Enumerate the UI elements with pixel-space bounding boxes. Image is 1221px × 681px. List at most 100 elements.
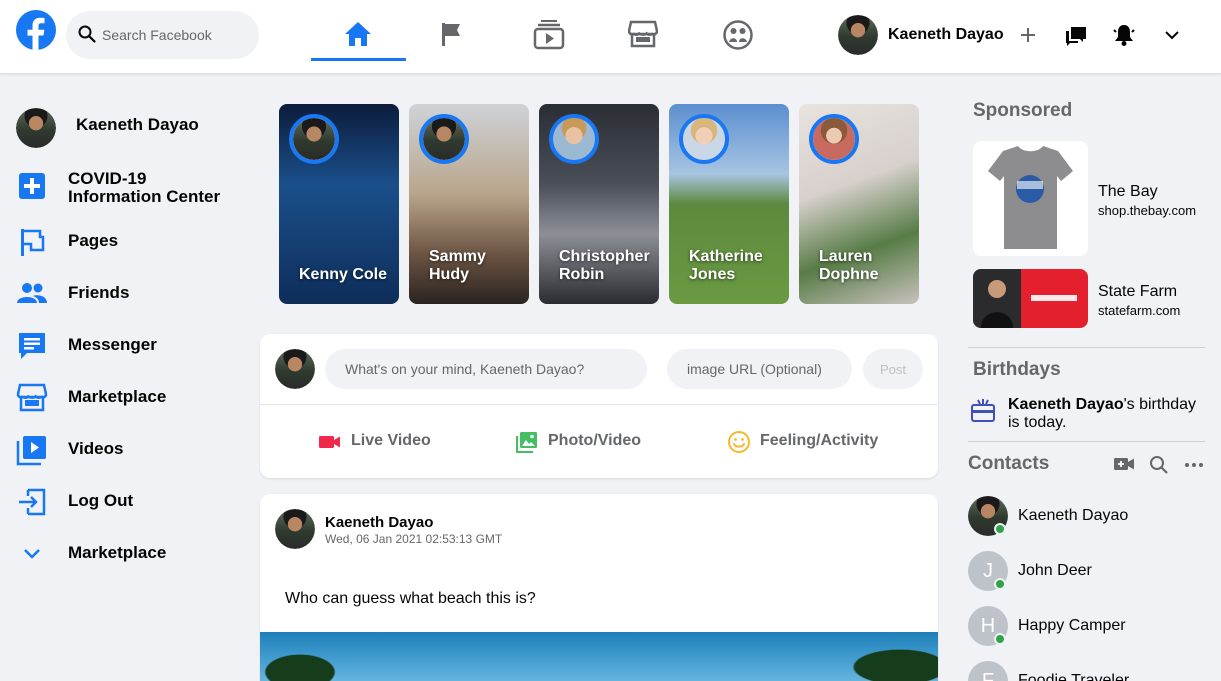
online-indicator [994,523,1006,535]
sidebar-item-videos[interactable]: Videos [16,434,236,474]
new-room-icon[interactable] [1113,454,1135,474]
sidebar-item-profile[interactable]: Kaeneth Dayao [16,108,236,150]
story-card[interactable]: Sammy Hudy [409,104,529,304]
story-card[interactable]: Kenny Cole [279,104,399,304]
story-name: Christopher Robin [559,248,650,283]
ad-url[interactable]: statefarm.com [1098,303,1180,318]
search-icon [78,25,96,43]
account-menu-chevron-icon[interactable] [1160,23,1184,47]
contacts-heading: Contacts [968,453,1050,474]
story-card[interactable]: Katherine Jones [669,104,789,304]
post-timestamp: Wed, 06 Jan 2021 02:53:13 GMT [325,532,503,546]
sidebar-item-label: Messenger [68,335,157,354]
sidebar-item-label: Friends [68,283,130,302]
story-card[interactable]: Lauren Dophne [799,104,919,304]
photo-video-label: Photo/Video [548,432,642,449]
sidebar-item-pages[interactable]: Pages [16,226,236,266]
tab-marketplace[interactable] [596,0,691,60]
live-video-icon [319,436,340,448]
story-avatar [679,114,729,164]
avatar [16,108,56,148]
birthday-name[interactable]: Kaeneth Dayao [1008,396,1124,413]
story-avatar [549,114,599,164]
flag-icon [442,23,460,46]
avatar [275,349,315,389]
feeling-activity-button[interactable]: Feeling/Activity [727,430,887,454]
search-box[interactable] [66,11,259,59]
image-url-input[interactable] [667,349,852,389]
avatar[interactable] [275,509,315,549]
tab-pages[interactable] [406,0,501,60]
groups-icon [723,20,753,50]
feed-post: Kaeneth Dayao Wed, 06 Jan 2021 02:53:13 … [260,494,938,681]
header-user-name[interactable]: Kaeneth Dayao [888,26,1004,44]
divider [968,347,1205,348]
sidebar-item-marketplace[interactable]: Marketplace [16,382,236,422]
sidebar-item-messenger[interactable]: Messenger [16,330,236,370]
birthday-text: Kaeneth Dayao's birthday is today. [1008,396,1208,432]
story-avatar [419,114,469,164]
search-input[interactable] [102,23,252,47]
story-card[interactable]: Christopher Robin [539,104,659,304]
messenger-icon [19,333,45,359]
ad-name[interactable]: The Bay [1098,183,1158,201]
header-avatar[interactable] [838,15,878,55]
logout-icon [19,488,46,516]
contact-item[interactable]: J John Deer [968,551,1208,591]
divider [260,404,938,405]
post-composer: Post Live Video Photo/Video Feeling/Acti… [260,334,938,478]
sidebar-item-covid[interactable]: COVID-19 Information Center [16,170,236,206]
contact-name: Foodie Traveler [1018,672,1130,681]
tab-watch[interactable] [501,0,596,60]
contacts-search-icon[interactable] [1149,455,1169,475]
online-indicator [994,578,1006,590]
live-video-button[interactable]: Live Video [318,430,438,454]
status-input[interactable] [325,349,647,389]
post-text: Who can guess what beach this is? [285,590,536,607]
messages-icon[interactable] [1064,23,1088,47]
watch-icon [533,20,565,50]
story-name: Katherine Jones [689,248,763,283]
contact-item[interactable]: F Foodie Traveler [968,661,1208,681]
avatar: F [968,661,1008,681]
ad-image-thebay[interactable] [973,141,1088,256]
store-icon [628,20,658,48]
ad-image-statefarm[interactable] [973,269,1088,328]
sidebar-item-logout[interactable]: Log Out [16,486,236,526]
contact-item[interactable]: H Happy Camper [968,606,1208,646]
sidebar-profile-name: Kaeneth Dayao [76,115,199,134]
ad-name[interactable]: State Farm [1098,283,1177,301]
sidebar-item-see-more[interactable]: Marketplace [16,538,236,578]
post-author[interactable]: Kaeneth Dayao [325,514,433,531]
chevron-down-icon [24,549,40,559]
sidebar-item-label: Marketplace [68,387,167,406]
photo-video-button[interactable]: Photo/Video [515,430,655,454]
post-image[interactable] [260,632,938,681]
photo-icon [516,432,537,453]
tab-home[interactable] [311,0,406,61]
home-icon [345,22,371,46]
contact-item[interactable]: Kaeneth Dayao [968,496,1208,536]
plus-icon[interactable] [1016,23,1040,47]
story-name: Kenny Cole [299,266,388,283]
facebook-logo-icon[interactable] [16,10,56,50]
story-name: Lauren Dophne [819,248,879,283]
divider [968,441,1205,442]
top-navbar: Kaeneth Dayao [0,0,1221,74]
sidebar-item-label: Log Out [68,491,134,510]
contact-name: Happy Camper [1018,617,1126,634]
flag-icon [21,229,45,256]
ad-url[interactable]: shop.thebay.com [1098,203,1196,218]
online-indicator [994,633,1006,645]
post-button[interactable]: Post [863,349,923,389]
notifications-icon[interactable] [1112,23,1136,47]
sidebar-item-friends[interactable]: Friends [16,278,236,318]
sidebar-item-label: Marketplace [68,543,167,562]
friends-icon [17,283,47,303]
tab-groups[interactable] [691,0,786,60]
birthdays-heading: Birthdays [973,359,1061,380]
sponsored-heading: Sponsored [973,100,1073,121]
plus-square-icon [19,173,45,199]
more-options-icon[interactable] [1184,455,1204,475]
contact-name: Kaeneth Dayao [1018,507,1129,524]
